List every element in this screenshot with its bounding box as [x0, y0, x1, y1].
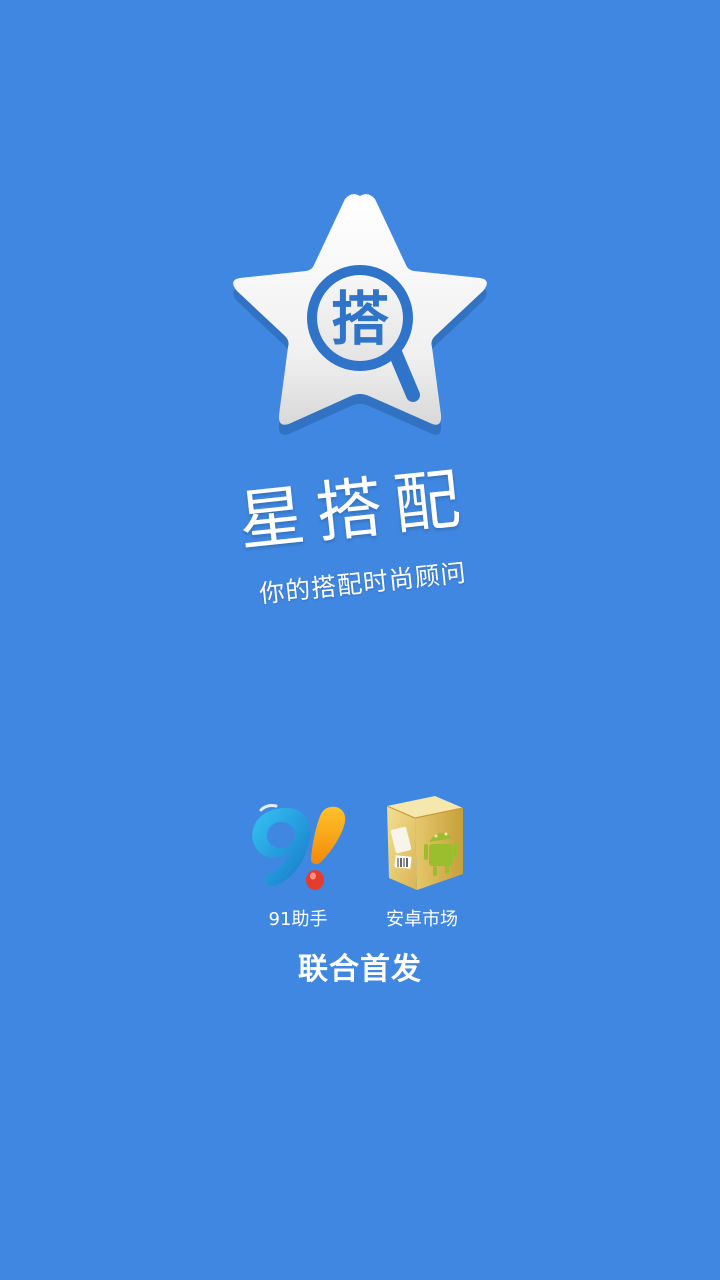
android-market-icon: [386, 796, 464, 890]
brand-block: 星搭配 你的搭配时尚顾问: [142, 449, 577, 662]
partner-list: 91助手 安卓市场: [0, 790, 720, 940]
joint-launch-text: 联合首发: [298, 952, 422, 987]
partner-91-assistant: 91助手: [228, 790, 368, 932]
app-logo: 搭: [230, 188, 490, 443]
91-assistant-icon: [252, 804, 346, 890]
star-magnifier-icon: 搭: [233, 194, 487, 435]
partner-android-market: 安卓市场: [352, 790, 492, 932]
splash-screen: 搭 星搭配 你的搭配时尚顾问 91助手 安卓市场 联合首发: [0, 0, 720, 1280]
partner-android-market-label: 安卓市场: [386, 909, 458, 930]
partner-91-label: 91助手: [268, 909, 328, 930]
logo-character: 搭: [331, 285, 389, 353]
